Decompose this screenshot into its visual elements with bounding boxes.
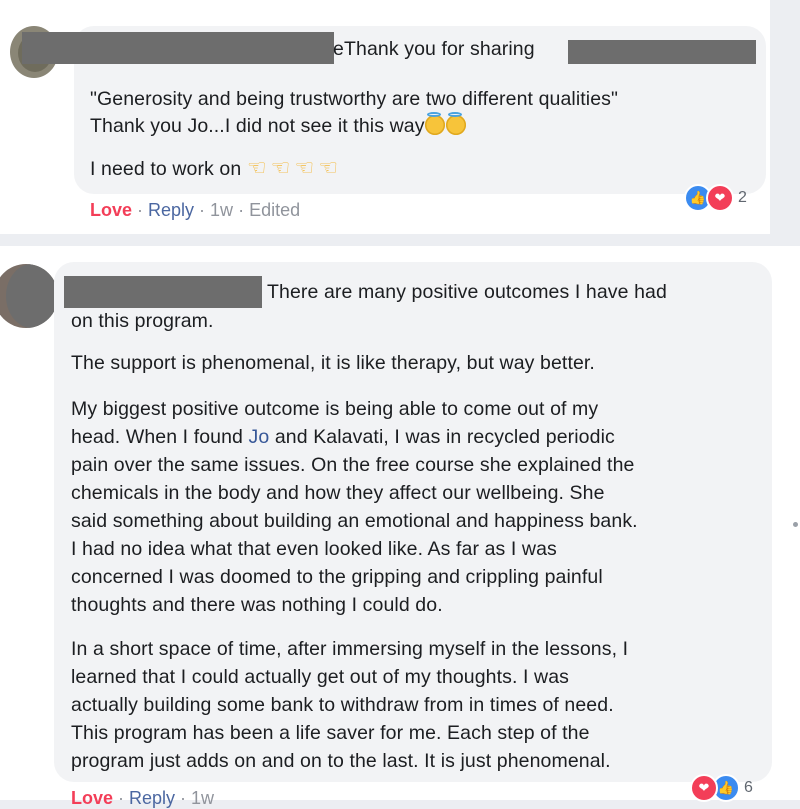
comment2-paragraph-2: The support is phenomenal, it is like th… xyxy=(71,352,595,374)
pointing-hand-emoji-icon: ☜ xyxy=(270,155,291,180)
heart-icon: ❤ xyxy=(706,184,734,212)
reaction-count-1: 2 xyxy=(738,189,747,206)
reaction-summary-2[interactable]: ❤ 👍 6 xyxy=(690,774,753,802)
comment2-p3-line1: My biggest positive outcome is being abl… xyxy=(71,398,599,420)
love-reaction-link[interactable]: Love xyxy=(71,788,113,808)
comment2-p4-line4: This program has been a life saver for m… xyxy=(71,722,590,744)
separator: · xyxy=(113,788,130,808)
pointing-hand-emoji-icon: ☜ xyxy=(318,155,339,180)
comment2-p3-line3: pain over the same issues. On the free c… xyxy=(71,454,635,476)
mention-link-jo[interactable]: Jo xyxy=(249,426,270,448)
pointing-hand-emoji-icon: ☜ xyxy=(246,155,267,180)
angel-emoji-icon xyxy=(445,112,466,135)
edited-label[interactable]: Edited xyxy=(249,200,300,220)
comment2-first-line-cont: on this program. xyxy=(71,310,214,332)
separator: · xyxy=(175,788,192,808)
comment2-p4-line2: learned that I could actually get out of… xyxy=(71,666,570,688)
redacted-commenter-name-2[interactable] xyxy=(64,276,262,308)
separator: · xyxy=(233,200,250,220)
pointing-hand-emoji-icon: ☜ xyxy=(294,155,315,180)
comment1-line2-text: Thank you Jo...I did not see it this way xyxy=(90,115,425,137)
love-reaction-link[interactable]: Love xyxy=(90,200,132,220)
comment1-actions: Love · Reply · 1w · Edited xyxy=(90,200,300,221)
comment2-p3-line8: thoughts and there was nothing I could d… xyxy=(71,594,443,616)
comment2-actions: Love · Reply · 1w xyxy=(71,788,214,809)
text-fragment: and Kalavati, I was in recycled periodic xyxy=(269,426,615,448)
timestamp-link[interactable]: 1w xyxy=(191,788,214,808)
reply-link[interactable]: Reply xyxy=(148,200,194,220)
comment1-line3: I need to work on ☜ ☜ ☜ ☜ xyxy=(90,154,342,184)
comment2-p4-line5: program just adds on and on to the last.… xyxy=(71,750,611,772)
comment1-line3-text: I need to work on xyxy=(90,158,242,180)
comment2-p4-line3: actually building some bank to withdraw … xyxy=(71,694,614,716)
comment2-p3-line4: chemicals in the body and how they affec… xyxy=(71,482,605,504)
comment2-p3-line7: concerned I was doomed to the gripping a… xyxy=(71,566,603,588)
comment2-p4-line1: In a short space of time, after immersin… xyxy=(71,638,629,660)
commenter-avatar-2[interactable] xyxy=(0,264,58,328)
scroll-indicator[interactable] xyxy=(793,522,798,527)
reply-link[interactable]: Reply xyxy=(129,788,175,808)
comment1-header-text: Thank you for sharing xyxy=(344,38,535,60)
separator: · xyxy=(194,200,211,220)
angel-emoji-icon xyxy=(424,112,445,135)
comment2-p3-line2: head. When I found Jo and Kalavati, I wa… xyxy=(71,424,615,452)
comment2-first-line: There are many positive outcomes I have … xyxy=(267,281,667,303)
reaction-summary-1[interactable]: 👍 ❤ 2 xyxy=(684,184,747,212)
redacted-commenter-name-1[interactable] xyxy=(22,32,334,64)
comment1-quote: "Generosity and being trustworthy are tw… xyxy=(90,88,619,110)
comment2-p3-line6: I had no idea what that even looked like… xyxy=(71,538,557,560)
comment2-p3-line5: said something about building an emotion… xyxy=(71,510,638,532)
reaction-count-2: 6 xyxy=(744,779,753,796)
text-fragment: head. When I found xyxy=(71,426,249,448)
heart-icon: ❤ xyxy=(690,774,718,802)
redacted-mention-1[interactable] xyxy=(568,40,756,64)
comment1-line2: Thank you Jo...I did not see it this way xyxy=(90,112,467,141)
commenter-name-tail-1: e xyxy=(333,38,344,60)
timestamp-link[interactable]: 1w xyxy=(210,200,233,220)
separator: · xyxy=(132,200,149,220)
